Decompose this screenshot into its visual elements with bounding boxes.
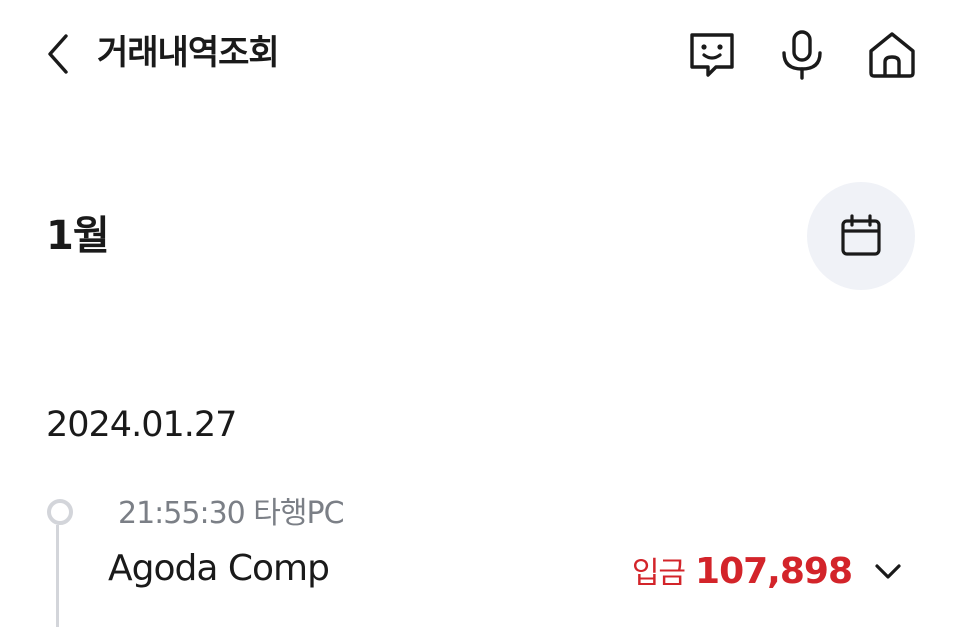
microphone-icon [782,30,822,80]
calendar-icon [841,214,881,256]
page-title: 거래내역조회 [97,33,280,73]
chevron-down-icon [875,564,901,579]
calendar-button[interactable] [807,182,915,290]
month-label: 1월 [46,213,110,259]
transaction-amount: 107,898 [695,551,853,592]
transaction-type: 입금 [631,556,686,591]
top-app-bar: 거래내역조회 [0,0,960,106]
chevron-left-icon [48,34,68,74]
transaction-date: 2024.01.27 [46,405,237,445]
expand-button[interactable] [870,554,906,590]
home-button[interactable] [866,29,918,81]
chat-bubble-smile-icon [690,33,734,77]
timeline-line [56,525,59,627]
transaction-item[interactable]: 21:55:30 타행PC Agoda Comp 입금 107,898 [100,486,920,606]
transaction-time-memo: 21:55:30 타행PC [118,496,345,531]
chatbot-button[interactable] [686,29,738,81]
timeline-dot [47,499,73,525]
transaction-amount-group: 입금 107,898 [631,548,853,592]
home-icon [869,32,915,78]
transaction-counterparty: Agoda Comp [108,548,330,589]
voice-button[interactable] [776,29,828,81]
back-button[interactable] [38,30,78,78]
